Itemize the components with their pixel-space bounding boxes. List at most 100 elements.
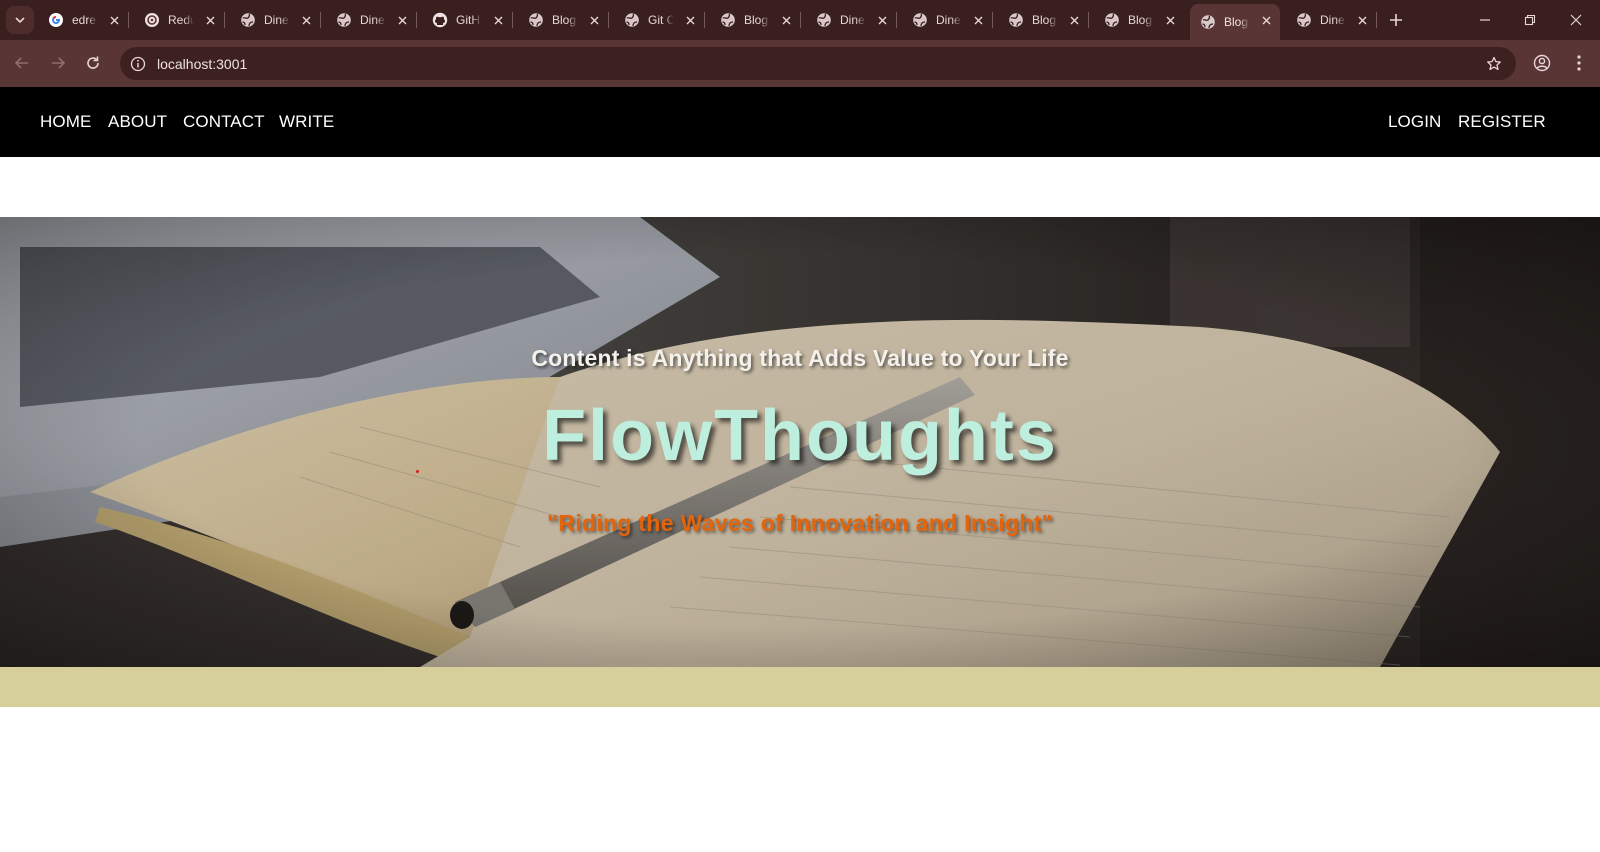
globe-icon	[1296, 12, 1312, 28]
tab-close-icon[interactable]	[1066, 12, 1082, 28]
hero-title: FlowThoughts	[542, 396, 1058, 476]
hero-tagline: "Riding the Waves of Innovation and Insi…	[547, 510, 1053, 536]
tab-close-icon[interactable]	[490, 12, 506, 28]
tab-separator	[128, 12, 129, 28]
account-icon	[1533, 54, 1551, 72]
nav-write[interactable]: WRITE	[279, 112, 334, 132]
tab-separator	[1088, 12, 1089, 28]
globe-icon	[816, 12, 832, 28]
tab-close-icon[interactable]	[202, 12, 218, 28]
tab-search-button[interactable]	[6, 6, 34, 34]
tab-separator	[704, 12, 705, 28]
close-window-button[interactable]	[1564, 8, 1588, 32]
tab-close-icon[interactable]	[970, 12, 986, 28]
browser-tab[interactable]: Dine	[230, 4, 321, 36]
browser-toolbar: localhost:3001	[0, 40, 1600, 87]
globe-icon	[624, 12, 640, 28]
tab-separator	[608, 12, 609, 28]
hero-banner: Content is Anything that Adds Value to Y…	[0, 217, 1600, 667]
tab-title: edre	[72, 13, 97, 27]
reload-icon	[87, 56, 99, 69]
globe-icon	[1200, 14, 1216, 30]
tab-separator	[800, 12, 801, 28]
tab-close-icon[interactable]	[874, 12, 890, 28]
globe-icon	[528, 12, 544, 28]
browser-tab[interactable]: Blog	[710, 4, 801, 36]
site-navbar: HOME ABOUT CONTACT WRITE LOGIN REGISTER	[0, 87, 1600, 157]
tab-separator	[224, 12, 225, 28]
globe-icon	[720, 12, 736, 28]
nav-about[interactable]: ABOUT	[108, 112, 167, 132]
new-tab-button[interactable]	[1384, 8, 1408, 32]
tab-close-icon[interactable]	[1162, 12, 1178, 28]
browser-menu-button[interactable]	[1566, 50, 1592, 76]
tab-title: Dine	[360, 13, 385, 27]
nav-home[interactable]: HOME	[40, 112, 91, 132]
tab-title: Blog	[1128, 13, 1153, 27]
browser-tab[interactable]: Blog	[1094, 4, 1184, 36]
profile-button[interactable]	[1529, 50, 1555, 76]
chevron-down-icon	[15, 17, 25, 24]
tab-title: Blog	[744, 13, 769, 27]
tab-close-icon[interactable]	[778, 12, 794, 28]
nav-contact[interactable]: CONTACT	[183, 112, 265, 132]
tab-title: Git C	[648, 13, 674, 27]
globe-icon	[336, 12, 352, 28]
browser-tab[interactable]: Dine	[806, 4, 897, 36]
tab-title: Dine	[936, 13, 961, 27]
browser-tab[interactable]: Redu	[134, 4, 225, 36]
kebab-menu-icon	[1577, 55, 1581, 71]
hero-subtitle: Content is Anything that Adds Value to Y…	[531, 345, 1069, 371]
minimize-button[interactable]	[1473, 8, 1497, 32]
tab-separator	[512, 12, 513, 28]
tab-title: Dine	[1320, 13, 1345, 27]
tab-close-icon[interactable]	[586, 12, 602, 28]
browser-tab[interactable]: Git C	[614, 4, 705, 36]
tab-separator	[320, 12, 321, 28]
globe-icon	[1008, 12, 1024, 28]
arrow-left-icon	[14, 57, 28, 69]
nav-register[interactable]: REGISTER	[1458, 112, 1546, 132]
globe-icon	[240, 12, 256, 28]
google-icon	[48, 12, 64, 28]
url-text[interactable]: localhost:3001	[157, 56, 247, 72]
browser-tab[interactable]: GitH	[422, 4, 513, 36]
tab-title: Blog	[1224, 15, 1249, 29]
tab-title: Blog	[552, 13, 577, 27]
address-bar[interactable]: localhost:3001	[120, 47, 1516, 80]
browser-tab[interactable]: Blog	[998, 4, 1089, 36]
tab-title: Redu	[168, 13, 194, 27]
tab-title: Blog	[1032, 13, 1057, 27]
browser-tab[interactable]: Dine	[326, 4, 417, 36]
nav-login[interactable]: LOGIN	[1388, 112, 1441, 132]
browser-tab[interactable]: Dine	[1286, 4, 1377, 36]
tab-title: Dine	[840, 13, 865, 27]
browser-tab[interactable]: Dine	[902, 4, 993, 36]
plus-icon	[1390, 14, 1402, 26]
restore-button[interactable]	[1518, 8, 1542, 32]
back-button[interactable]	[9, 50, 35, 76]
cursor-dot	[416, 470, 419, 473]
tab-title: Dine	[264, 13, 289, 27]
reload-button[interactable]	[80, 50, 106, 76]
tab-close-icon[interactable]	[1258, 12, 1274, 28]
site-info-icon[interactable]	[128, 54, 148, 74]
arrow-right-icon	[52, 57, 66, 69]
globe-icon	[912, 12, 928, 28]
browser-tab-strip: edre Redu Dine Dine GitH Blog Git C Blog Dine Din…	[0, 0, 1600, 40]
tab-close-icon[interactable]	[682, 12, 698, 28]
restore-icon	[1524, 14, 1536, 26]
browser-tab[interactable]: Blog	[518, 4, 609, 36]
bookmark-star-icon[interactable]	[1484, 54, 1504, 74]
minimize-icon	[1480, 19, 1490, 21]
browser-tab[interactable]: edre	[38, 4, 129, 36]
tab-title: GitH	[456, 13, 480, 27]
tab-separator	[1376, 12, 1377, 28]
tab-close-icon[interactable]	[1354, 12, 1370, 28]
github-icon	[432, 12, 448, 28]
browser-tab[interactable]: Blog	[1190, 4, 1280, 40]
tab-close-icon[interactable]	[106, 12, 122, 28]
tab-close-icon[interactable]	[298, 12, 314, 28]
tab-close-icon[interactable]	[394, 12, 410, 28]
forward-button[interactable]	[45, 50, 71, 76]
